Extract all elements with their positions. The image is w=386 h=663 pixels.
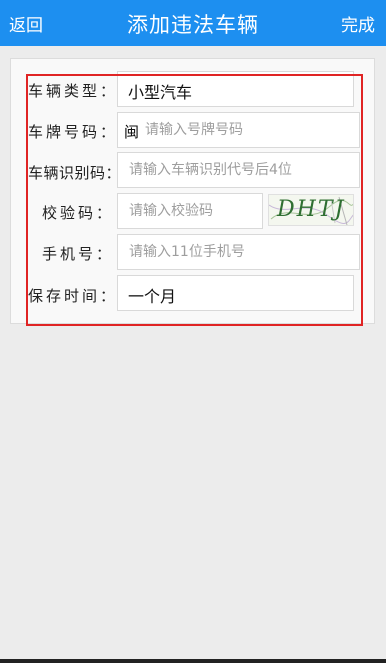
top-navigation-bar: 返回 添加违法车辆 完成 [0,0,386,46]
page-title: 添加违法车辆 [127,13,259,37]
plate-province-prefix[interactable]: 闽 [124,121,139,142]
captcha-image[interactable]: DHTJ [268,194,354,226]
retention-label: 保存时间： [28,287,119,305]
vehicle-type-value: 小型汽车 [128,83,193,102]
retention-value: 一个月 [128,287,177,306]
phone-field [117,234,360,270]
done-button[interactable]: 完成 [341,11,375,36]
vehicle-type-select[interactable]: 小型汽车 [117,71,354,107]
bottom-edge [0,659,386,663]
vin-label: 车辆识别码： [28,164,122,182]
verify-code-label: 校验码： [41,204,114,222]
verify-code-input[interactable] [129,194,259,228]
plate-number-field: 闽 [117,112,360,148]
phone-label: 手机号： [41,245,114,263]
vehicle-type-label: 车辆类型： [28,82,119,100]
phone-input[interactable] [129,235,357,269]
verify-code-field [117,193,263,229]
plate-number-input[interactable] [145,113,355,147]
captcha-text: DHTJ [277,197,346,222]
vin-input[interactable] [129,153,357,187]
plate-number-label: 车牌号码： [28,123,119,141]
retention-select[interactable]: 一个月 [117,275,354,311]
vin-field [117,152,360,188]
